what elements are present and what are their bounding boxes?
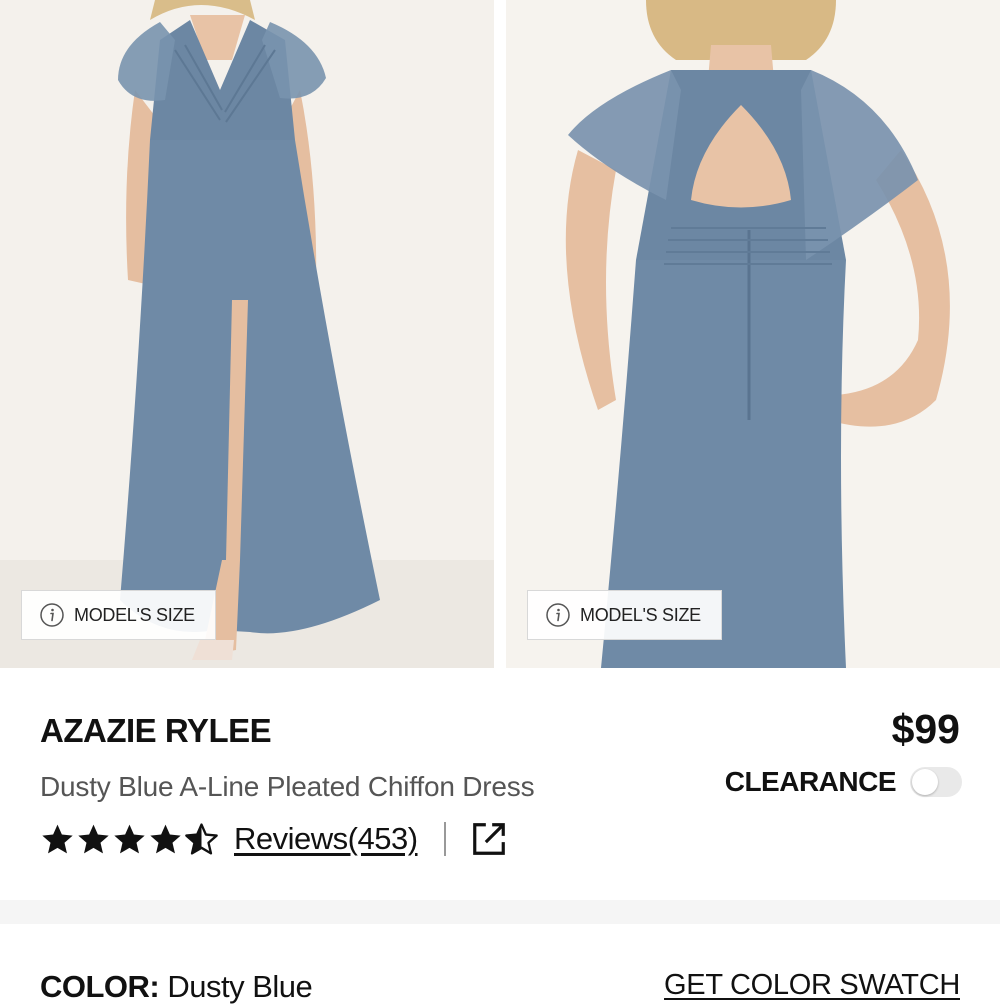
star-icon xyxy=(150,824,181,853)
product-image-gallery[interactable]: MODEL'S SIZE MODEL'S SIZE xyxy=(0,0,1000,668)
model-size-button-front[interactable]: MODEL'S SIZE xyxy=(21,590,216,640)
clearance-toggle[interactable] xyxy=(910,767,962,797)
section-divider-band xyxy=(0,900,1000,924)
product-photo-front[interactable] xyxy=(0,0,494,668)
model-front-illustration xyxy=(0,0,494,668)
product-subtitle: Dusty Blue A-Line Pleated Chiffon Dress xyxy=(40,771,535,802)
product-price: $99 xyxy=(891,706,960,752)
info-icon xyxy=(546,603,570,627)
product-brand: AZAZIE RYLEE xyxy=(40,712,272,749)
divider xyxy=(443,822,446,856)
model-size-label: MODEL'S SIZE xyxy=(580,604,701,625)
toggle-knob xyxy=(912,769,938,795)
get-color-swatch-link[interactable]: GET COLOR SWATCH xyxy=(664,969,960,1002)
half-star-icon xyxy=(185,822,218,855)
color-key: COLOR: xyxy=(40,969,160,1004)
reviews-link[interactable]: Reviews(453) xyxy=(234,821,418,857)
rating-row: Reviews(453) xyxy=(40,820,508,858)
star-icon xyxy=(78,824,109,853)
product-info: AZAZIE RYLEE $99 Dusty Blue A-Line Pleat… xyxy=(0,668,1000,900)
star-icon xyxy=(42,824,73,853)
model-size-button-back[interactable]: MODEL'S SIZE xyxy=(527,590,722,640)
model-size-label: MODEL'S SIZE xyxy=(74,604,195,625)
star-icon xyxy=(114,824,145,853)
color-value: Dusty Blue xyxy=(167,969,313,1004)
color-selector-header: COLOR: Dusty Blue GET COLOR SWATCH xyxy=(0,924,1000,1004)
clearance-label: CLEARANCE xyxy=(724,766,897,797)
info-icon xyxy=(40,603,64,627)
share-external-icon[interactable] xyxy=(470,820,508,858)
rating-stars xyxy=(40,822,220,857)
clearance-toggle-row: CLEARANCE xyxy=(725,766,962,798)
product-photo-back[interactable] xyxy=(506,0,1000,668)
model-back-illustration xyxy=(506,0,1000,668)
